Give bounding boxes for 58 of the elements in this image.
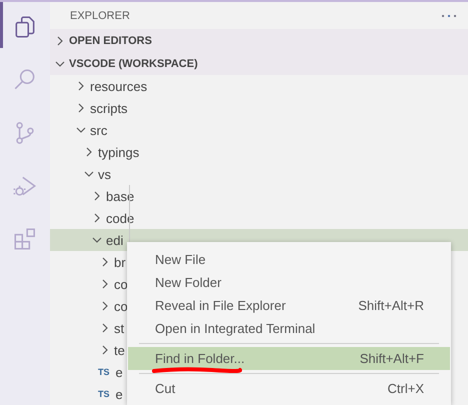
chevron-right-icon[interactable] [100, 345, 110, 355]
folder-name: vs [98, 166, 111, 182]
menu-item[interactable]: Cut Ctrl+X [128, 377, 450, 400]
menu-item-label: Reveal in File Explorer [155, 298, 286, 313]
shortcut-label: Shift+Alt+R [358, 298, 424, 313]
chevron-right-icon[interactable] [100, 257, 110, 267]
chevron-right-icon[interactable] [92, 213, 102, 223]
folder-name: co [114, 276, 128, 292]
folder-name: st [114, 320, 124, 336]
chevron-right-icon[interactable] [84, 147, 94, 157]
tree-row[interactable]: scripts [50, 97, 468, 119]
chevron-right-icon[interactable] [92, 191, 102, 201]
chevron-right-icon[interactable] [76, 103, 86, 113]
folder-name: resources [90, 78, 148, 94]
chevron-right-icon[interactable] [100, 301, 110, 311]
shortcut-label: Ctrl+X [388, 381, 424, 396]
chevron-right-icon[interactable] [100, 279, 110, 289]
file-name: e [116, 364, 123, 380]
section-header[interactable]: OPEN EDITORS [69, 34, 152, 46]
explorer-title: EXPLORER [70, 10, 130, 22]
shortcut-label: Shift+Alt+F [360, 351, 424, 366]
menu-item-label: New File [155, 252, 206, 267]
file-name: e [116, 386, 123, 402]
folder-name: base [106, 188, 134, 204]
menu-item-label: Cut [155, 381, 176, 396]
menu-item[interactable]: Open in Integrated Terminal [128, 317, 450, 340]
menu-item-label: Open in Integrated Terminal [155, 321, 316, 336]
section-header[interactable]: VSCODE (WORKSPACE) [69, 58, 198, 70]
folder-name: te [114, 342, 125, 358]
chevron-right-icon[interactable] [55, 36, 65, 46]
menu-item[interactable]: New File [128, 248, 450, 271]
tree-row[interactable]: vs [50, 163, 468, 185]
menu-item[interactable]: Find in Folder... Shift+Alt+F [128, 347, 450, 370]
menu-item[interactable]: New Folder [128, 271, 450, 294]
tree-row[interactable]: typings [50, 141, 468, 163]
chevron-down-icon[interactable] [92, 235, 102, 245]
typescript-file-icon: TS [98, 389, 110, 399]
chevron-down-icon[interactable] [76, 125, 86, 135]
menu-item-label: New Folder [155, 275, 222, 290]
tree-row[interactable]: src [50, 119, 468, 141]
folder-name: br [114, 254, 126, 270]
menu-item-label: Find in Folder... [155, 351, 245, 366]
more-icon[interactable] [442, 14, 456, 18]
chevron-down-icon[interactable] [55, 58, 65, 68]
folder-name: typings [98, 144, 140, 160]
folder-name: code [106, 210, 134, 226]
menu-item[interactable]: Reveal in File Explorer Shift+Alt+R [128, 294, 450, 317]
folder-name: scripts [90, 100, 128, 116]
chevron-right-icon[interactable] [100, 323, 110, 333]
chevron-right-icon[interactable] [76, 81, 86, 91]
chevron-down-icon[interactable] [84, 169, 94, 179]
folder-name: src [90, 122, 108, 138]
typescript-file-icon: TS [98, 367, 110, 377]
folder-name: co [114, 298, 128, 314]
tree-row[interactable]: code [50, 207, 468, 229]
folder-name: edi [106, 232, 124, 248]
tree-row[interactable]: resources [50, 75, 468, 97]
tree-row[interactable]: base [50, 185, 468, 207]
